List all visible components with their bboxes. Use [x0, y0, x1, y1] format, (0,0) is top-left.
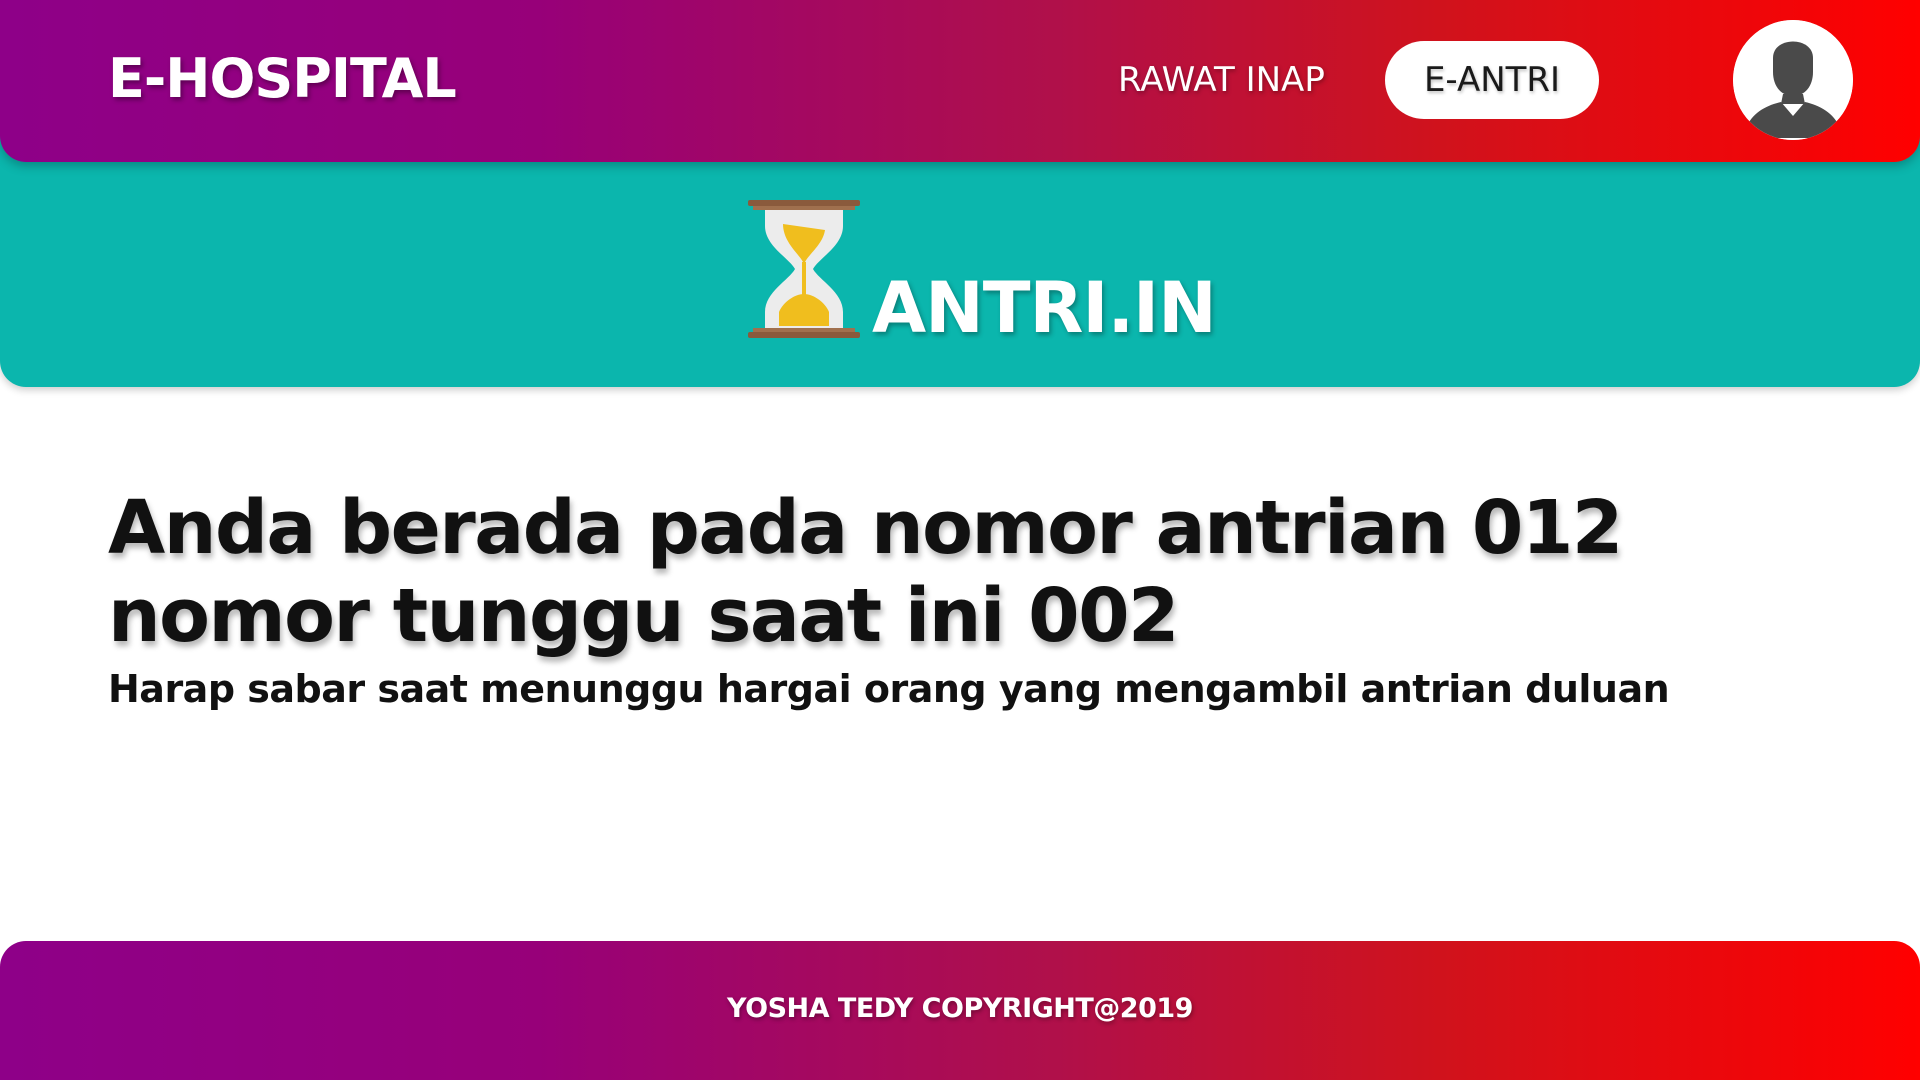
brand-logo-text[interactable]: E-HOSPITAL: [108, 46, 457, 112]
nav-e-antri-button[interactable]: E-ANTRI: [1385, 41, 1599, 119]
hourglass-icon: [748, 200, 860, 338]
footer: YOSHA TEDY COPYRIGHT@2019: [0, 941, 1920, 1080]
nav-rawat-inap-link[interactable]: RAWAT INAP: [1118, 58, 1325, 102]
footer-copyright: YOSHA TEDY COPYRIGHT@2019: [727, 993, 1193, 1024]
queue-note: Harap sabar saat menunggu hargai orang y…: [108, 667, 1670, 711]
antri-title: ANTRI.IN: [872, 267, 1217, 349]
queue-number-text: Anda berada pada nomor antrian 012: [108, 485, 1623, 571]
current-number-text: nomor tunggu saat ini 002: [108, 573, 1180, 659]
antri-banner: ANTRI.IN: [0, 130, 1920, 387]
queue-headline: Anda berada pada nomor antrian 012 nomor…: [108, 484, 1623, 660]
user-avatar-icon: [1733, 20, 1853, 140]
page: E-HOSPITAL RAWAT INAP E-ANTRI ANTRI.IN A…: [0, 0, 1920, 1080]
user-avatar-button[interactable]: [1733, 20, 1853, 140]
top-navbar: E-HOSPITAL RAWAT INAP E-ANTRI: [0, 0, 1920, 162]
